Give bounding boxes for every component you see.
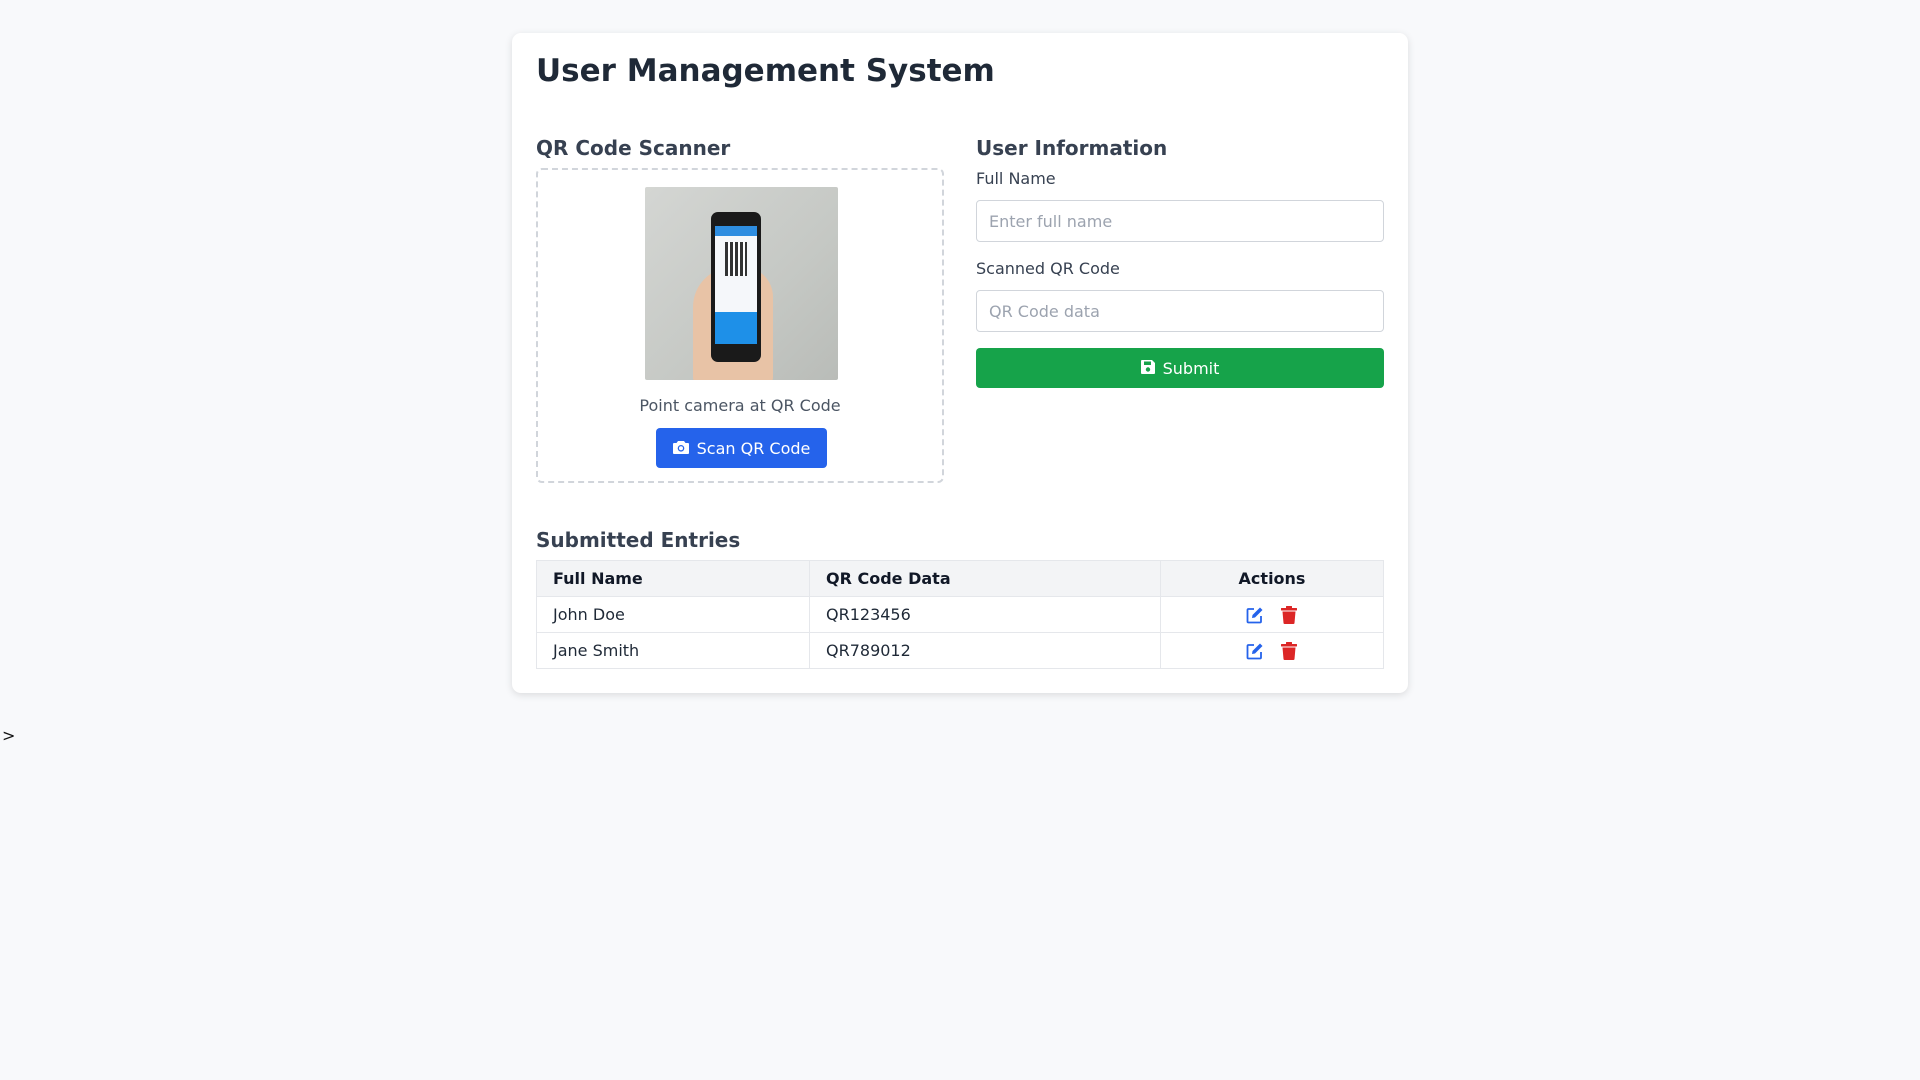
cell-actions [1160,596,1384,633]
submit-button[interactable]: Submit [976,348,1384,388]
scanner-hint: Point camera at QR Code [639,396,841,415]
main-card: User Management System QR Code Scanner P… [512,33,1408,693]
table-row: John Doe QR123456 [536,596,1384,633]
entries-section-title: Submitted Entries [536,528,741,552]
cell-qr-code: QR123456 [809,596,1161,633]
trash-icon[interactable] [1279,641,1299,661]
scan-qr-button-label: Scan QR Code [696,438,811,458]
trash-icon[interactable] [1279,605,1299,625]
column-header-qr-code-data: QR Code Data [809,560,1161,597]
full-name-input[interactable] [976,200,1384,242]
qr-code-input[interactable] [976,290,1384,332]
table-header-row: Full Name QR Code Data Actions [536,560,1384,597]
user-info-section-title: User Information [976,136,1168,160]
scan-qr-button[interactable]: Scan QR Code [656,428,827,468]
page-title: User Management System [536,53,995,89]
column-header-actions: Actions [1160,560,1384,597]
cell-actions [1160,632,1384,669]
cell-full-name: John Doe [536,596,810,633]
table-row: Jane Smith QR789012 [536,632,1384,669]
scanner-section-title: QR Code Scanner [536,136,731,160]
stray-text: > [2,726,16,745]
camera-icon [672,439,689,458]
qr-code-label: Scanned QR Code [976,259,1120,278]
scanner-box: Point camera at QR Code Scan QR Code [536,168,944,483]
entries-table: Full Name QR Code Data Actions John Doe … [536,560,1384,669]
cell-full-name: Jane Smith [536,632,810,669]
edit-icon[interactable] [1245,641,1265,661]
submit-button-label: Submit [1162,358,1220,378]
full-name-label: Full Name [976,169,1056,188]
save-icon [1140,359,1155,378]
scanner-preview-image [645,187,838,380]
column-header-full-name: Full Name [536,560,810,597]
edit-icon[interactable] [1245,605,1265,625]
cell-qr-code: QR789012 [809,632,1161,669]
